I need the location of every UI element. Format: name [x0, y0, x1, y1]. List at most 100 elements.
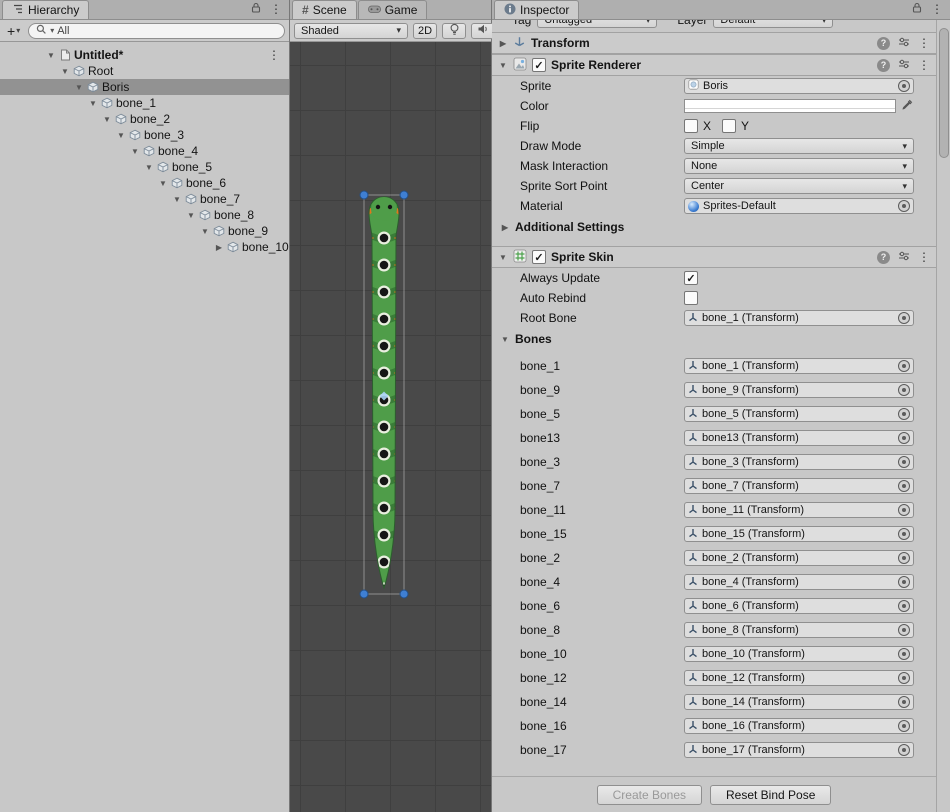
bone-object-field[interactable]: bone_16 (Transform) — [684, 718, 914, 734]
layer-dropdown[interactable]: Default — [713, 20, 833, 28]
foldout-icon[interactable]: ▼ — [186, 211, 196, 220]
draw-mode-dropdown[interactable]: Simple — [684, 138, 914, 154]
flip-x-checkbox[interactable] — [684, 119, 698, 133]
tab-scene[interactable]: # Scene — [292, 0, 357, 19]
object-picker-icon[interactable] — [898, 720, 910, 732]
hierarchy-item-bone_5[interactable]: ▼ bone_5 — [0, 159, 289, 175]
foldout-icon[interactable]: ▼ — [130, 147, 140, 156]
root-bone-object-field[interactable]: bone_1 (Transform) — [684, 310, 914, 326]
object-picker-icon[interactable] — [898, 80, 910, 92]
lock-icon[interactable] — [251, 2, 261, 16]
object-picker-icon[interactable] — [898, 504, 910, 516]
bone-object-field[interactable]: bone_6 (Transform) — [684, 598, 914, 614]
foldout-icon[interactable]: ▶ — [214, 243, 224, 252]
bone-object-field[interactable]: bone_14 (Transform) — [684, 694, 914, 710]
foldout-icon[interactable]: ▼ — [200, 227, 210, 236]
presets-icon[interactable] — [898, 250, 910, 265]
auto-rebind-checkbox[interactable] — [684, 291, 698, 305]
hierarchy-item-bone_4[interactable]: ▼ bone_4 — [0, 143, 289, 159]
shading-mode-dropdown[interactable]: Shaded — [294, 23, 408, 39]
bone-object-field[interactable]: bone_17 (Transform) — [684, 742, 914, 758]
create-object-button[interactable]: +▾ — [4, 23, 23, 39]
component-menu-icon[interactable]: ⋮ — [918, 252, 930, 262]
bone-object-field[interactable]: bone_11 (Transform) — [684, 502, 914, 518]
foldout-icon[interactable]: ▼ — [60, 67, 70, 76]
object-picker-icon[interactable] — [898, 624, 910, 636]
2d-toggle-button[interactable]: 2D — [413, 23, 437, 39]
foldout-icon[interactable]: ▼ — [498, 253, 508, 262]
help-icon[interactable]: ? — [877, 251, 890, 264]
foldout-icon[interactable]: ▶ — [500, 223, 510, 232]
lock-icon[interactable] — [912, 2, 922, 16]
panel-menu-icon[interactable]: ⋮ — [270, 4, 282, 14]
sprite-object-field[interactable]: Boris — [684, 78, 914, 94]
always-update-checkbox[interactable] — [684, 271, 698, 285]
object-picker-icon[interactable] — [898, 696, 910, 708]
hierarchy-item-bone_3[interactable]: ▼ bone_3 — [0, 127, 289, 143]
object-picker-icon[interactable] — [898, 480, 910, 492]
object-picker-icon[interactable] — [898, 408, 910, 420]
foldout-icon[interactable]: ▼ — [144, 163, 154, 172]
sprite-skin-component-header[interactable]: ▼ Sprite Skin ? ⋮ — [492, 246, 936, 268]
help-icon[interactable]: ? — [877, 59, 890, 72]
hierarchy-item-bone_2[interactable]: ▼ bone_2 — [0, 111, 289, 127]
hierarchy-item-bone_1[interactable]: ▼ bone_1 — [0, 95, 289, 111]
hierarchy-item-bone_7[interactable]: ▼ bone_7 — [0, 191, 289, 207]
component-enabled-checkbox[interactable] — [532, 250, 546, 264]
hierarchy-item-Boris[interactable]: ▼ Boris — [0, 79, 289, 95]
bone-object-field[interactable]: bone_5 (Transform) — [684, 406, 914, 422]
presets-icon[interactable] — [898, 36, 910, 51]
foldout-icon[interactable]: ▼ — [500, 335, 510, 344]
object-picker-icon[interactable] — [898, 528, 910, 540]
help-icon[interactable]: ? — [877, 37, 890, 50]
eyedropper-icon[interactable] — [901, 98, 914, 114]
hierarchy-item-bone_6[interactable]: ▼ bone_6 — [0, 175, 289, 191]
foldout-icon[interactable]: ▼ — [74, 83, 84, 92]
boris-sprite[interactable] — [348, 190, 420, 610]
tab-inspector[interactable]: Inspector — [494, 0, 579, 19]
hierarchy-item-bone_10[interactable]: ▶ bone_10 — [0, 239, 289, 255]
component-menu-icon[interactable]: ⋮ — [918, 38, 930, 48]
foldout-icon[interactable]: ▼ — [498, 61, 508, 70]
scrollbar-thumb[interactable] — [939, 28, 949, 158]
object-picker-icon[interactable] — [898, 384, 910, 396]
object-picker-icon[interactable] — [898, 744, 910, 756]
bone-object-field[interactable]: bone_1 (Transform) — [684, 358, 914, 374]
bones-foldout[interactable]: ▼ Bones — [492, 328, 936, 350]
bone-object-field[interactable]: bone_2 (Transform) — [684, 550, 914, 566]
panel-menu-icon[interactable]: ⋮ — [931, 4, 943, 14]
reset-bind-pose-button[interactable]: Reset Bind Pose — [710, 785, 831, 805]
tag-dropdown[interactable]: Untagged — [537, 20, 657, 28]
foldout-icon[interactable]: ▶ — [498, 39, 508, 48]
tab-hierarchy[interactable]: Hierarchy — [2, 0, 89, 19]
bone-object-field[interactable]: bone_4 (Transform) — [684, 574, 914, 590]
flip-y-checkbox[interactable] — [722, 119, 736, 133]
transform-component-header[interactable]: ▶ Transform ? ⋮ — [492, 32, 936, 54]
object-picker-icon[interactable] — [898, 648, 910, 660]
bone-object-field[interactable]: bone_12 (Transform) — [684, 670, 914, 686]
object-picker-icon[interactable] — [898, 200, 910, 212]
bone-object-field[interactable]: bone_9 (Transform) — [684, 382, 914, 398]
object-picker-icon[interactable] — [898, 552, 910, 564]
component-enabled-checkbox[interactable] — [532, 58, 546, 72]
bone-object-field[interactable]: bone_7 (Transform) — [684, 478, 914, 494]
mask-interaction-dropdown[interactable]: None — [684, 158, 914, 174]
sort-point-dropdown[interactable]: Center — [684, 178, 914, 194]
hierarchy-item-bone_9[interactable]: ▼ bone_9 — [0, 223, 289, 239]
foldout-icon[interactable]: ▼ — [116, 131, 126, 140]
bone-object-field[interactable]: bone_3 (Transform) — [684, 454, 914, 470]
additional-settings-foldout[interactable]: ▶ Additional Settings — [492, 216, 936, 238]
scene-lighting-button[interactable] — [442, 23, 466, 39]
presets-icon[interactable] — [898, 58, 910, 73]
tab-game[interactable]: Game — [358, 0, 428, 19]
bone-object-field[interactable]: bone13 (Transform) — [684, 430, 914, 446]
search-input[interactable] — [57, 25, 277, 37]
object-picker-icon[interactable] — [898, 600, 910, 612]
inspector-scrollbar[interactable] — [936, 20, 950, 812]
object-picker-icon[interactable] — [898, 456, 910, 468]
foldout-icon[interactable]: ▼ — [172, 195, 182, 204]
create-bones-button[interactable]: Create Bones — [597, 785, 702, 805]
material-object-field[interactable]: Sprites-Default — [684, 198, 914, 214]
scene-header-row[interactable]: ▼ Untitled* ⋮ — [0, 47, 289, 63]
component-menu-icon[interactable]: ⋮ — [918, 60, 930, 70]
